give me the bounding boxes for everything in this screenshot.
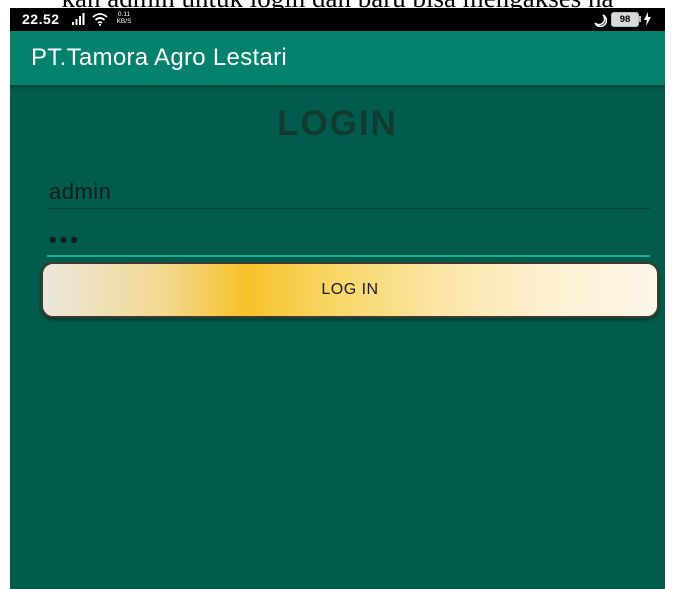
network-speed: 0.11 KB/S bbox=[113, 11, 135, 25]
signal-icon bbox=[72, 13, 85, 25]
battery-icon: 98 bbox=[611, 12, 641, 27]
moon-icon bbox=[594, 14, 607, 27]
app-bar: PT.Tamora Agro Lestari bbox=[10, 31, 665, 85]
charging-bolt-icon bbox=[644, 12, 651, 26]
login-button-label: LOG IN bbox=[321, 281, 379, 298]
username-value: admin bbox=[49, 179, 112, 204]
password-value: ••• bbox=[49, 227, 82, 252]
network-speed-unit: KB/S bbox=[116, 18, 132, 25]
status-bar: 22.52 0.11 KB/S 98 bbox=[10, 8, 665, 31]
status-time: 22.52 bbox=[22, 11, 60, 27]
login-button[interactable]: LOG IN bbox=[41, 262, 659, 318]
phone-screen: 22.52 0.11 KB/S 98 PT.Tamora Agro Lestar… bbox=[10, 8, 665, 589]
username-field[interactable]: admin bbox=[47, 176, 650, 209]
battery-level: 98 bbox=[611, 12, 639, 27]
network-speed-value: 0.11 bbox=[117, 11, 131, 18]
password-field[interactable]: ••• bbox=[47, 225, 650, 257]
login-heading: LOGIN bbox=[277, 104, 398, 143]
battery-tip bbox=[639, 16, 641, 22]
wifi-icon bbox=[92, 13, 108, 26]
app-title: PT.Tamora Agro Lestari bbox=[31, 44, 288, 71]
